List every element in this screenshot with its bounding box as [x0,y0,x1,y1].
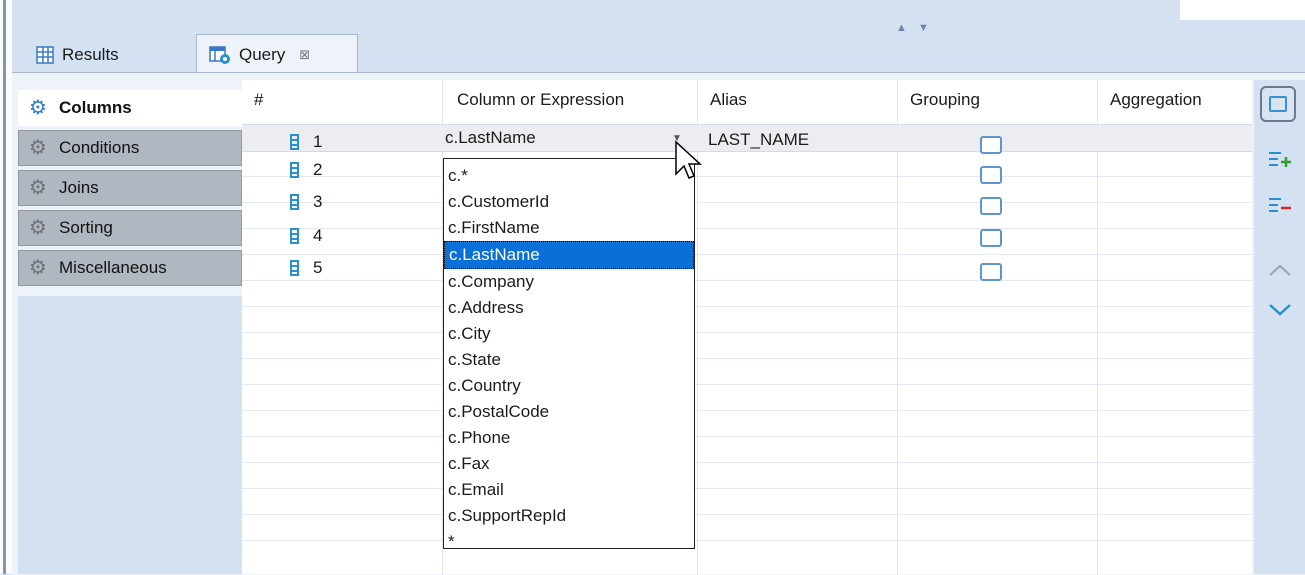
column-dropdown-list[interactable]: c.* c.CustomerId c.FirstName c.LastName … [443,158,695,551]
row-number: 4 [313,226,323,245]
mouse-cursor-icon [675,140,702,179]
nav-item-conditions[interactable]: ⚙ Conditions [18,130,242,166]
add-row-icon[interactable] [1268,150,1292,170]
columns-grid: # Column or Expression Alias Grouping Ag… [242,80,1252,574]
move-up-icon[interactable] [1268,262,1292,278]
nav-item-label: Miscellaneous [59,258,167,277]
nav-item-label: Sorting [59,218,113,237]
row-divider [242,280,1252,281]
row-divider [242,514,1252,515]
column-row-icon [290,162,299,178]
header-alias[interactable]: Alias [710,90,747,110]
row-divider [242,306,1252,307]
dropdown-option[interactable]: c.CustomerId [444,189,694,215]
column-row-icon [290,134,299,150]
row-divider [242,436,1252,437]
nav-item-miscellaneous[interactable]: ⚙ Miscellaneous [18,250,242,286]
gear-icon: ⚙ [29,177,47,199]
nav-item-label: Conditions [59,138,140,157]
top-bar-area [1180,0,1305,20]
column-divider [1097,80,1098,574]
row-divider [242,540,1252,541]
row-divider [242,462,1252,463]
gear-icon: ⚙ [29,217,47,239]
dropdown-option[interactable]: c.Email [444,477,694,503]
grouping-checkbox[interactable] [980,197,1002,215]
tab-query[interactable]: Query ⊠ [196,34,358,74]
grid-header: # Column or Expression Alias Grouping Ag… [242,80,1252,124]
table-row[interactable]: 2 [290,160,322,180]
row-divider [242,176,1252,177]
row-divider [242,488,1252,489]
tab-results[interactable]: Results [24,36,192,74]
dropdown-option[interactable]: c.City [444,321,694,347]
query-builder-icon [209,45,230,64]
row-number: 2 [313,160,323,179]
nav-item-sorting[interactable]: ⚙ Sorting [18,210,242,246]
dropdown-option[interactable]: c.Address [444,295,694,321]
row-divider [242,384,1252,385]
column-expression-editor[interactable]: c.LastName [441,125,696,151]
move-down-icon[interactable] [1268,302,1292,318]
nav-item-label: Columns [59,98,132,117]
row-number: 3 [313,192,323,211]
column-divider [897,80,898,574]
table-row[interactable]: 4 [290,226,322,246]
window-border [0,0,12,574]
nav-empty-area [18,296,242,574]
table-row[interactable]: 5 [290,258,322,278]
grouping-checkbox[interactable] [980,166,1002,184]
nav-item-joins[interactable]: ⚙ Joins [18,170,242,206]
remove-row-icon[interactable] [1268,196,1292,216]
row-divider [242,332,1252,333]
nav-item-columns[interactable]: ⚙ Columns [18,90,242,126]
header-column-expression[interactable]: Column or Expression [457,90,624,110]
dropdown-option[interactable]: c.PostalCode [444,399,694,425]
nav-item-label: Joins [59,178,99,197]
dropdown-option[interactable]: c.Country [444,373,694,399]
dropdown-option-selected[interactable]: c.LastName [444,241,694,269]
row-divider [242,254,1252,255]
row-divider [242,228,1252,229]
row-divider [242,202,1252,203]
dropdown-option[interactable]: c.FirstName [444,215,694,241]
row-divider [242,410,1252,411]
row-number: 5 [313,258,323,277]
tab-results-label: Results [62,45,119,64]
grouping-checkbox[interactable] [980,263,1002,281]
gear-icon: ⚙ [29,257,47,279]
header-grouping[interactable]: Grouping [910,90,980,110]
dropdown-option[interactable]: * [444,529,694,555]
header-number: # [254,90,264,109]
query-sections-nav: ⚙ Columns ⚙ Conditions ⚙ Joins ⚙ Sorting… [18,90,242,290]
grouping-checkbox[interactable] [980,229,1002,247]
dropdown-option[interactable]: c.Fax [444,451,694,477]
column-row-icon [290,194,299,210]
tab-query-label: Query [239,44,286,64]
table-row[interactable]: 3 [290,192,322,212]
alias-cell[interactable]: LAST_NAME [708,130,809,150]
pane-sort-arrows[interactable]: ▲ ▼ [896,22,933,34]
column-row-icon [290,260,299,276]
dropdown-option[interactable]: c.* [444,163,694,189]
column-view-icon[interactable] [1260,86,1296,122]
column-row-icon [290,228,299,244]
dropdown-option[interactable]: c.SupportRepId [444,503,694,529]
gear-icon: ⚙ [29,97,47,119]
header-aggregation[interactable]: Aggregation [1110,90,1202,110]
grouping-checkbox[interactable] [980,136,1002,154]
table-row[interactable]: 1 [290,132,322,152]
row-divider [242,358,1252,359]
dropdown-option[interactable]: c.Phone [444,425,694,451]
dropdown-option[interactable]: c.State [444,347,694,373]
dropdown-option[interactable]: c.Company [444,269,694,295]
close-tab-icon[interactable]: ⊠ [299,47,310,63]
gear-icon: ⚙ [29,137,47,159]
table-grid-icon [36,46,54,64]
row-number: 1 [313,132,323,151]
